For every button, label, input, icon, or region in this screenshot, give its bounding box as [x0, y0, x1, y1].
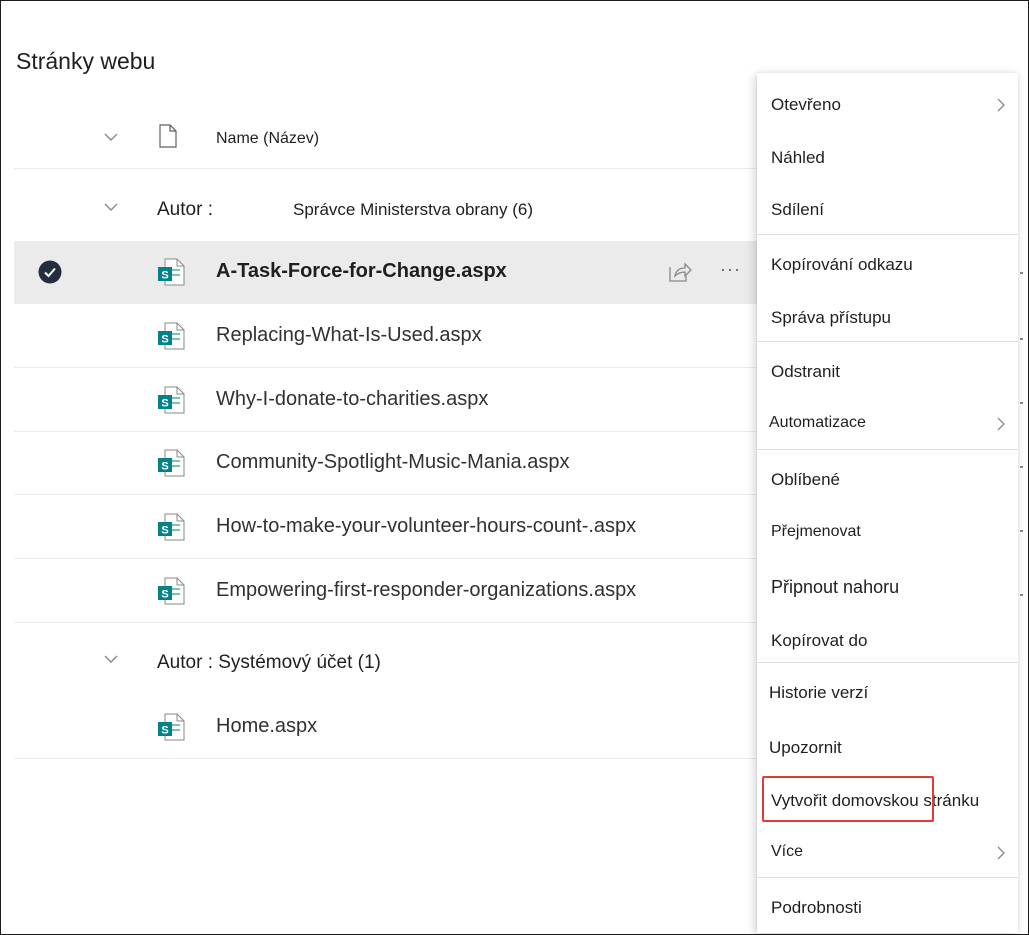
- menu-item-label: Náhled: [771, 148, 825, 167]
- file-type-icon: [158, 124, 178, 153]
- group-label: Autor : Systémový účet (1): [157, 652, 381, 673]
- file-name[interactable]: A-Task-Force-for-Change.aspx: [216, 260, 507, 283]
- menu-item-rename[interactable]: Přejmenovat: [757, 511, 1018, 555]
- chevron-right-icon: [995, 845, 1007, 866]
- menu-item-preview[interactable]: Náhled: [757, 136, 1018, 180]
- svg-text:S: S: [161, 398, 168, 410]
- svg-text:S: S: [161, 461, 168, 473]
- sharepoint-page-icon: S: [156, 576, 186, 611]
- page-title: Stránky webu: [16, 48, 156, 74]
- sharepoint-page-icon: S: [156, 385, 186, 420]
- menu-item-open[interactable]: Otevřeno: [757, 83, 1018, 127]
- sharepoint-page-icon: S: [156, 512, 186, 547]
- menu-divider: [757, 662, 1018, 663]
- svg-text:S: S: [161, 725, 168, 737]
- menu-divider: [757, 341, 1018, 342]
- menu-item-label: Historie verzí: [769, 683, 869, 702]
- menu-divider: [757, 877, 1018, 878]
- menu-item-label: Více: [771, 843, 804, 860]
- menu-item-more[interactable]: Více: [757, 831, 1018, 875]
- file-name[interactable]: Home.aspx: [216, 715, 317, 738]
- menu-item-version-history[interactable]: Historie verzí: [757, 671, 1018, 715]
- menu-item-pin-to-top[interactable]: Připnout nahoru: [757, 565, 1018, 609]
- menu-divider: [757, 449, 1018, 450]
- menu-item-label: Kopírování odkazu: [771, 255, 913, 274]
- menu-item-label: Odstranit: [771, 362, 840, 381]
- sharepoint-page-icon: S: [156, 448, 186, 483]
- svg-text:S: S: [161, 334, 168, 346]
- chevron-down-icon[interactable]: [102, 128, 120, 146]
- chevron-down-icon[interactable]: [102, 198, 120, 216]
- menu-item-label: Upozornit: [769, 738, 842, 757]
- file-name[interactable]: Empowering-first-responder-organizations…: [216, 579, 636, 602]
- column-header-name[interactable]: Name (Název): [216, 130, 319, 148]
- menu-item-label: Podrobnosti: [771, 898, 862, 917]
- sharepoint-page-icon: S: [156, 257, 186, 292]
- menu-item-alert-me[interactable]: Upozornit: [757, 726, 1018, 770]
- sharepoint-page-icon: S: [156, 712, 186, 747]
- menu-item-label: Automatizace: [769, 414, 866, 431]
- share-icon[interactable]: [666, 259, 692, 290]
- menu-item-favorite[interactable]: Oblíbené: [757, 458, 1018, 502]
- svg-text:S: S: [161, 270, 168, 282]
- file-name[interactable]: Why-I-donate-to-charities.aspx: [216, 388, 488, 411]
- menu-item-label: Připnout nahoru: [771, 577, 900, 597]
- more-options-icon[interactable]: ···: [720, 259, 741, 280]
- svg-text:S: S: [161, 589, 168, 601]
- menu-item-label: Kopírovat do: [771, 631, 868, 650]
- menu-item-label: Správa přístupu: [771, 308, 892, 327]
- svg-text:S: S: [161, 525, 168, 537]
- file-name[interactable]: How-to-make-your-volunteer-hours-count-.…: [216, 515, 636, 538]
- menu-item-automate[interactable]: Automatizace: [757, 402, 1018, 446]
- highlight-box: [762, 776, 934, 822]
- group-label: Autor :: [157, 199, 213, 220]
- menu-item-copy-to[interactable]: Kopírovat do: [757, 619, 1018, 663]
- checkmark-icon[interactable]: [38, 260, 62, 289]
- menu-item-copy-link[interactable]: Kopírování odkazu: [757, 243, 1018, 287]
- menu-item-delete[interactable]: Odstranit: [757, 350, 1018, 394]
- menu-item-details[interactable]: Podrobnosti: [757, 886, 1018, 930]
- chevron-right-icon: [995, 416, 1007, 437]
- group-value: Správce Ministerstva obrany (6): [293, 200, 533, 219]
- menu-item-manage-access[interactable]: Správa přístupu: [757, 296, 1018, 340]
- sharepoint-page-icon: S: [156, 321, 186, 356]
- menu-item-label: Sdílení: [771, 200, 824, 219]
- chevron-down-icon[interactable]: [102, 650, 120, 668]
- chevron-right-icon: [995, 97, 1007, 118]
- menu-item-label: Přejmenovat: [771, 523, 861, 540]
- menu-item-label: Oblíbené: [771, 470, 840, 489]
- file-name[interactable]: Community-Spotlight-Music-Mania.aspx: [216, 451, 569, 474]
- scroll-edge: [1019, 240, 1025, 740]
- menu-item-share[interactable]: Sdílení: [757, 188, 1018, 232]
- file-name[interactable]: Replacing-What-Is-Used.aspx: [216, 324, 482, 347]
- menu-item-label: Otevřeno: [771, 95, 841, 114]
- menu-divider: [757, 234, 1018, 235]
